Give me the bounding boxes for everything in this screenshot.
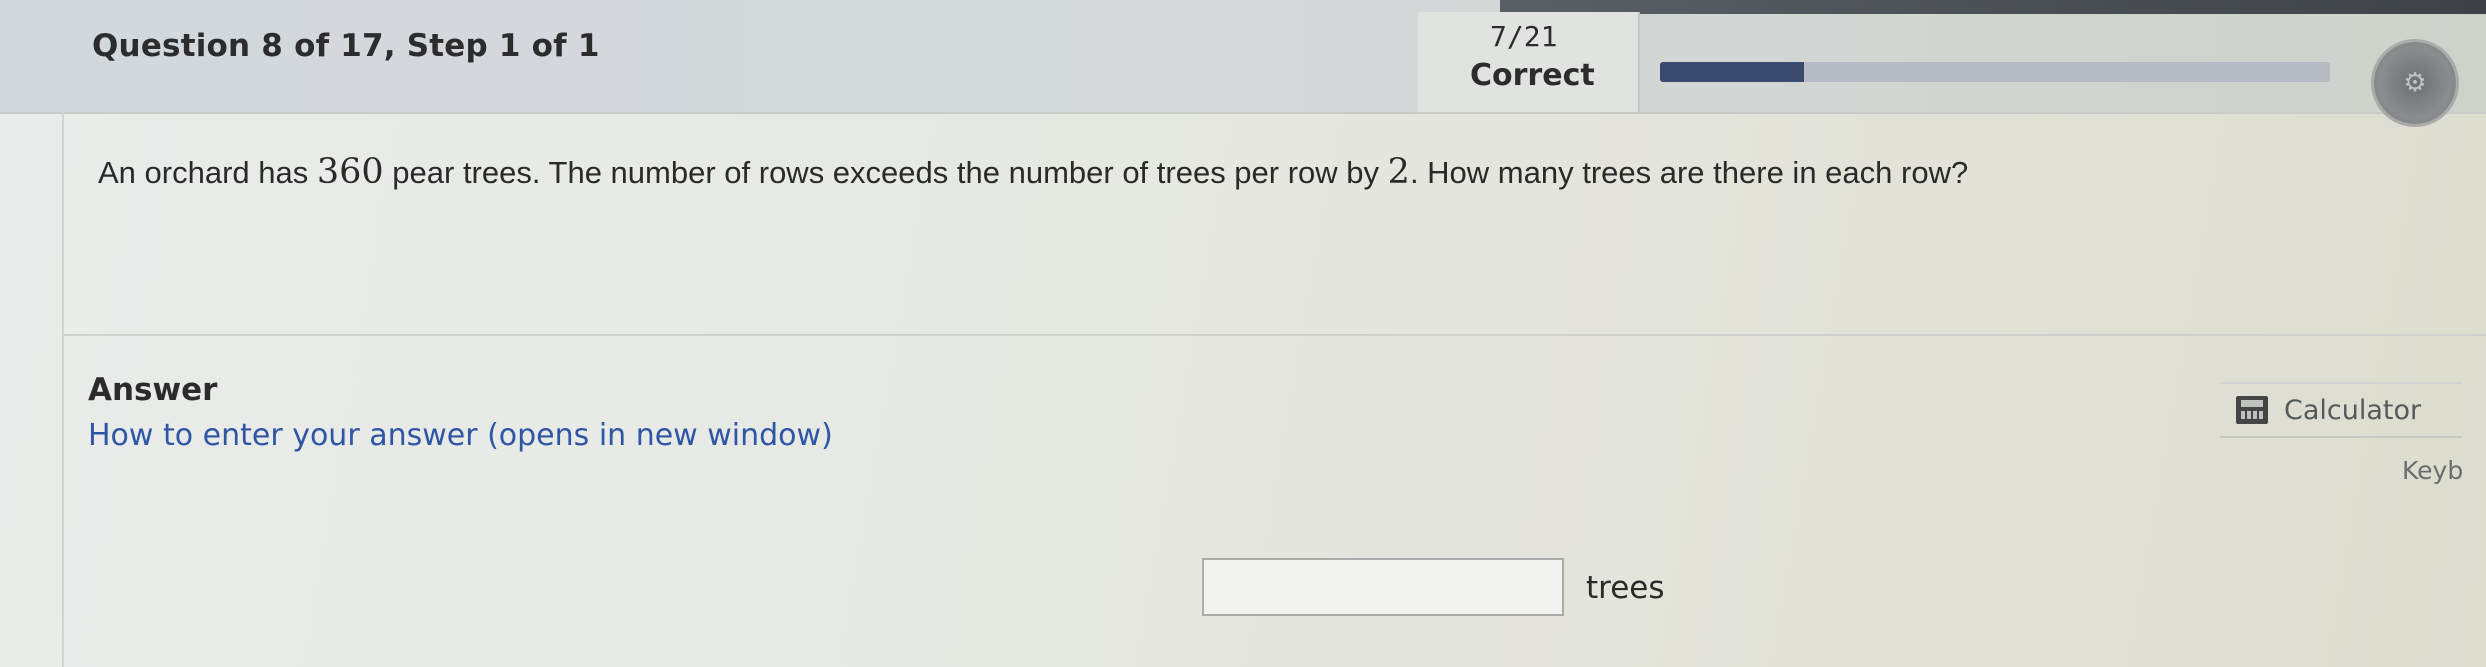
progress-bar [1660,62,2330,82]
keyboard-link[interactable]: Keyb [2402,456,2463,485]
tree-count-number: 360 [316,152,384,192]
unit-label: trees [1586,570,1665,606]
question-part-1: An orchard has [98,155,317,190]
menu-icon: ⚙ [2403,68,2427,98]
row-difference-number: 2 [1387,152,1410,192]
answer-heading: Answer [88,372,218,408]
question-part-3: . How many trees are there in each row? [1409,155,1969,190]
answer-input[interactable] [1202,558,1564,616]
left-divider [62,112,64,667]
menu-button[interactable]: ⚙ [2374,42,2456,124]
top-strip [1500,0,2486,14]
calculator-button[interactable]: Calculator [2220,382,2462,438]
status-text: Correct [1470,58,1595,93]
score-counter: 7/21 [1490,20,1558,53]
progress-bar-fill [1660,62,1805,82]
question-part-2: pear trees. The number of rows exceeds t… [383,155,1388,190]
calculator-label: Calculator [2284,394,2422,426]
how-to-enter-answer-link[interactable]: How to enter your answer (opens in new w… [88,418,833,453]
question-text: An orchard has 360 pear trees. The numbe… [98,152,2398,192]
calculator-icon [2236,396,2268,424]
section-divider [62,334,2486,336]
question-title: Question 8 of 17, Step 1 of 1 [92,28,600,64]
